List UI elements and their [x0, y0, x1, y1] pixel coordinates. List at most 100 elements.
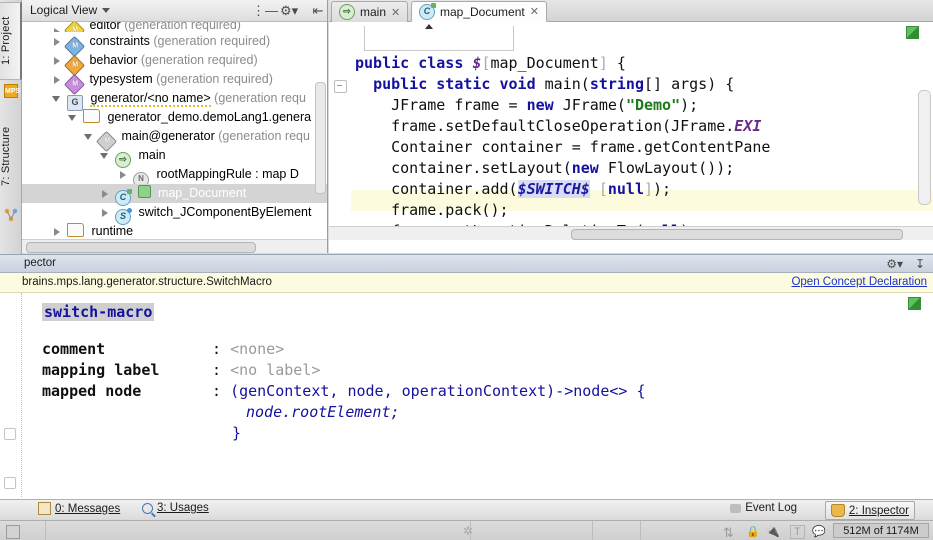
tree-hscroll-thumb[interactable]: [26, 242, 256, 253]
bottom-tab-inspector-label: 2: Inspector: [848, 504, 909, 517]
gear-icon[interactable]: ✲: [462, 525, 474, 537]
bottom-tab-event-log-label: Event Log: [745, 502, 797, 514]
plug-icon[interactable]: 🔌: [766, 525, 780, 538]
memory-indicator[interactable]: 512M of 1174M: [833, 523, 929, 538]
hide-panel-icon[interactable]: ↧: [915, 257, 925, 271]
tree-row-generator[interactable]: G generator/<no name> (generation requ: [22, 89, 327, 111]
tree-row-behavior[interactable]: M behavior (generation required): [22, 51, 327, 77]
tab-map-document-label: map_Document: [440, 4, 525, 19]
concept-bar: brains.mps.lang.generator.structure.Swit…: [0, 273, 933, 293]
tree-row-constraints[interactable]: M constraints (generation required): [22, 32, 327, 58]
bottom-tab-messages[interactable]: 0: Messages: [38, 502, 120, 515]
gear-icon[interactable]: ⚙▾: [886, 257, 903, 271]
tree-row-root-mapping-rule[interactable]: N rootMappingRule : map D: [22, 165, 327, 188]
expand-arrow-icon[interactable]: [51, 22, 63, 32]
property-row-mapped-node[interactable]: mapped node: (genContext, node, operatio…: [42, 381, 645, 402]
tab-main[interactable]: ⇨ main ✕: [331, 1, 409, 22]
code-editor[interactable]: public class $[map_Document] { public st…: [329, 22, 933, 240]
editor-horizontal-scrollbar[interactable]: [329, 226, 933, 240]
bottom-tab-event-log[interactable]: Event Log: [730, 502, 797, 514]
tool-tab-project[interactable]: 1: Project: [0, 2, 22, 80]
project-tree-panel: Logical View ⋮― ⚙▾ ⇤ M editor (generatio…: [22, 0, 328, 253]
expand-collapse-icon[interactable]: ⋮―: [252, 3, 278, 19]
tree-row-switch-jcomponent[interactable]: S switch_JComponentByElement: [22, 203, 327, 225]
folder-icon: [66, 223, 84, 237]
tree-row-label: main@generator: [121, 129, 215, 143]
editor-vertical-scrollbar[interactable]: [918, 90, 931, 205]
logical-view-selector[interactable]: Logical View: [30, 3, 111, 17]
tool-tab-structure[interactable]: 7: Structure: [0, 110, 22, 202]
editor-gutter[interactable]: [329, 22, 351, 240]
tree-row-label: rootMappingRule : map D: [156, 167, 299, 181]
concept-fqn: brains.mps.lang.generator.structure.Swit…: [22, 276, 272, 288]
tree-row-suffix: (generation requ: [210, 91, 306, 105]
tool-tab-project-label: 1: Project: [0, 16, 12, 66]
property-row-comment[interactable]: comment: <none>: [42, 339, 645, 360]
bottom-tab-usages[interactable]: 3: Usages: [142, 502, 209, 514]
tree-row-main[interactable]: ⇨ main: [22, 146, 327, 168]
expand-arrow-icon[interactable]: [51, 70, 63, 89]
editor-hscroll-thumb[interactable]: [571, 229, 903, 240]
property-name: comment: [42, 340, 106, 358]
toggle-icon[interactable]: [6, 525, 20, 539]
bottom-tool-window-bar: 0: Messages 3: Usages Event Log 2: Inspe…: [0, 499, 933, 520]
tree-row-map-document[interactable]: C map_Document: [22, 184, 327, 206]
collapse-arrow-icon[interactable]: [51, 89, 63, 108]
tree-row-label: typesystem: [89, 72, 153, 86]
property-name: mapping label: [42, 361, 160, 379]
text-mode-icon[interactable]: T: [790, 525, 805, 539]
aspect-editor-icon: M: [63, 22, 86, 32]
tree-row-label: main: [138, 148, 166, 162]
property-value[interactable]: <no label>: [230, 361, 320, 379]
logical-view-label: Logical View: [30, 3, 98, 17]
inspector-body[interactable]: switch-macro comment: <none> mapping lab…: [0, 293, 933, 497]
tree-row-suffix: (generation required): [137, 53, 258, 67]
fold-collapse-icon-2[interactable]: [4, 477, 16, 489]
gear-icon[interactable]: ⚙▾: [280, 3, 298, 19]
expand-arrow-icon[interactable]: [117, 165, 129, 184]
inspector-title: pector: [24, 257, 56, 269]
tree-row-generator-model-folder[interactable]: generator_demo.demoLang1.genera: [22, 108, 327, 127]
property-row-mapping-label[interactable]: mapping label: <no label>: [42, 360, 645, 381]
mapped-node-close-text: }: [232, 424, 242, 442]
divider: [640, 521, 641, 540]
inspector-header: pector ⚙▾ ↧: [0, 254, 933, 273]
fold-collapse-icon[interactable]: [4, 428, 16, 440]
open-concept-declaration-link[interactable]: Open Concept Declaration: [791, 276, 927, 288]
expand-arrow-icon[interactable]: [99, 184, 111, 203]
mapped-node-close: }: [42, 423, 645, 444]
divider: [592, 521, 593, 540]
property-colon: :: [212, 382, 222, 400]
property-value[interactable]: <none>: [230, 340, 284, 358]
expand-arrow-icon[interactable]: [51, 51, 63, 70]
fold-collapse-icon[interactable]: [334, 80, 347, 93]
tree-row-label: constraints: [89, 34, 150, 48]
tree-vertical-scrollbar[interactable]: [315, 82, 326, 194]
notification-icon[interactable]: 💬: [812, 525, 826, 538]
tree-row-label: runtime: [91, 224, 134, 238]
top-split-area: Logical View ⋮― ⚙▾ ⇤ M editor (generatio…: [22, 0, 933, 253]
expand-arrow-icon[interactable]: [51, 32, 63, 51]
property-value[interactable]: (genContext, node, operationContext)->no…: [230, 382, 645, 400]
close-icon[interactable]: ✕: [530, 5, 539, 18]
tree-horizontal-scrollbar[interactable]: [22, 239, 327, 253]
hide-icon[interactable]: ⇤: [310, 3, 326, 19]
mapped-node-body[interactable]: node.rootElement;: [42, 402, 645, 423]
lock-icon[interactable]: 🔒: [746, 525, 760, 538]
tree-row-editor[interactable]: M editor (generation required): [22, 22, 327, 32]
project-tree[interactable]: M editor (generation required) M constra…: [22, 22, 327, 241]
tree-row-main-generator[interactable]: M main@generator (generation requ: [22, 127, 327, 153]
expand-arrow-icon[interactable]: [99, 203, 111, 222]
collapse-arrow-icon[interactable]: [67, 108, 79, 127]
bottom-tab-inspector[interactable]: 2: Inspector: [824, 501, 915, 520]
status-ok-stripe: [908, 297, 921, 310]
collapse-arrow-icon[interactable]: [83, 127, 95, 146]
tab-map-document[interactable]: C map_Document ✕: [411, 1, 547, 22]
close-icon[interactable]: ✕: [391, 6, 400, 19]
tool-tab-structure-label: 7: Structure: [0, 126, 12, 186]
collapse-arrow-icon[interactable]: [99, 146, 111, 165]
tree-row-typesystem[interactable]: M typesystem (generation required): [22, 70, 327, 96]
mapping-config-icon: ⇨: [339, 4, 355, 20]
chevron-down-icon: [102, 7, 111, 13]
updown-icon[interactable]: ⇅: [723, 525, 734, 540]
